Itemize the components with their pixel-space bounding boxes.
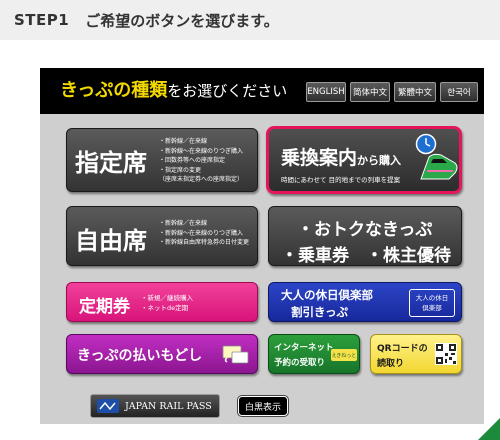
holiday-club-button[interactable]: 大人の休日倶楽部 割引きっぷ 大人の休日 倶楽部	[268, 282, 462, 322]
commuter-note: ・ネットde定期	[141, 304, 189, 312]
screen-title: きっぷの種類をお選びください	[60, 76, 287, 102]
unreserved-note: ・新幹線〜在来線のりつぎ購入	[159, 229, 244, 237]
holiday-club-line2: 割引きっぷ	[291, 305, 349, 319]
reserved-seat-notes: ・新幹線／在来線 ・新幹線〜在来線のりつぎ購入 ・回数券等への座席指定 ・指定席…	[159, 137, 243, 185]
internet-reservation-button[interactable]: インターネット 予約の受取り えきねっと	[268, 334, 360, 374]
reserved-note: ・新幹線／在来線	[159, 138, 208, 145]
screen-topbar: きっぷの種類をお選びください ENGLISH 简体中文 繁體中文 한국어	[40, 68, 484, 114]
discount-tickets-button[interactable]: ・おトクなきっぷ ・乗車券 ・株主優待	[268, 206, 462, 266]
unreserved-seat-label: 自由席	[75, 227, 147, 255]
reserved-note: ・新幹線〜在来線のりつぎ購入	[159, 147, 244, 155]
japan-rail-pass-logo-icon	[97, 399, 119, 413]
japan-rail-pass-button[interactable]: JAPAN RAIL PASS	[90, 394, 220, 418]
transfer-guide-button[interactable]: 乗換案内から購入 時間にあわせて 目的地までの列車を提案	[266, 126, 462, 194]
transfer-guide-main: 乗換案内	[281, 147, 358, 169]
transfer-guide-sub: 時間にあわせて 目的地までの列車を提案	[281, 176, 401, 184]
unreserved-note: ・新幹線自由席特急券の日付変更	[159, 239, 250, 246]
title-highlight: きっぷの種類	[60, 80, 168, 101]
ticket-refund-icon	[222, 345, 249, 364]
internet-reservation-line1: インターネット	[274, 343, 334, 353]
black-white-display-button[interactable]: 白黒表示	[237, 395, 289, 417]
unreserved-note: ・新幹線／在来線	[159, 220, 208, 227]
lang-traditional-chinese-button[interactable]: 繁體中文	[394, 82, 436, 102]
discount-tickets-line1: ・おトクなきっぷ	[297, 220, 433, 240]
ticket-refund-button[interactable]: きっぷの払いもどし	[66, 334, 258, 374]
qr-code-line2: 読取り	[377, 359, 405, 369]
ticket-refund-label: きっぷの払いもどし	[77, 348, 203, 364]
reserved-note: （座席未指定券への座席指定）	[159, 176, 244, 183]
shinkansen-train-icon	[420, 153, 458, 180]
ekinet-logo: えきねっと	[331, 349, 357, 361]
unreserved-seat-button[interactable]: 自由席 ・新幹線／在来線 ・新幹線〜在来線のりつぎ購入 ・新幹線自由席特急券の日…	[66, 206, 258, 266]
qr-code-line1: QRコードの	[377, 344, 428, 354]
lang-korean-button[interactable]: 한국어	[440, 82, 478, 102]
unreserved-seat-notes: ・新幹線／在来線 ・新幹線〜在来線のりつぎ購入 ・新幹線自由席特急券の日付変更	[159, 219, 249, 248]
lang-simplified-chinese-button[interactable]: 简体中文	[350, 82, 390, 102]
commuter-pass-label: 定期券	[79, 297, 130, 317]
qr-code-icon	[435, 343, 457, 365]
discount-tickets-line2: ・乗車券 ・株主優待	[281, 246, 451, 266]
commuter-note: ・新規／継続購入	[141, 294, 193, 302]
reserved-note: ・指定席の変更	[159, 166, 202, 174]
commuter-pass-notes: ・新規／継続購入 ・ネットde定期	[141, 293, 193, 313]
reserved-note: ・回数券等への座席指定	[159, 157, 226, 164]
holiday-badge-line1: 大人の休日	[415, 294, 449, 302]
internet-reservation-line2: 予約の受取り	[274, 358, 326, 368]
reserved-seat-label: 指定席	[75, 149, 147, 177]
holiday-club-badge: 大人の休日 倶楽部	[409, 289, 455, 317]
japan-rail-pass-label: JAPAN RAIL PASS	[125, 400, 212, 412]
step-number: STEP1	[14, 11, 70, 29]
commuter-pass-button[interactable]: 定期券 ・新規／継続購入 ・ネットde定期	[66, 282, 258, 322]
step-header: STEP1 ご希望のボタンを選びます。	[0, 0, 500, 40]
title-rest: をお選びください	[167, 82, 288, 100]
lang-english-button[interactable]: ENGLISH	[306, 82, 346, 102]
reserved-seat-button[interactable]: 指定席 ・新幹線／在来線 ・新幹線〜在来線のりつぎ購入 ・回数券等への座席指定 …	[66, 128, 258, 192]
corner-decoration	[478, 418, 500, 440]
transfer-guide-small: から購入	[357, 154, 402, 167]
transfer-guide-label: 乗換案内から購入	[281, 143, 401, 170]
qr-code-read-button[interactable]: QRコードの 読取り	[370, 334, 462, 374]
step-text: ご希望のボタンを選びます。	[85, 11, 279, 30]
holiday-club-line1: 大人の休日倶楽部	[281, 288, 373, 302]
holiday-badge-line2: 倶楽部	[422, 304, 442, 312]
ticket-machine-screen: きっぷの種類をお選びください ENGLISH 简体中文 繁體中文 한국어 指定席…	[40, 68, 484, 424]
